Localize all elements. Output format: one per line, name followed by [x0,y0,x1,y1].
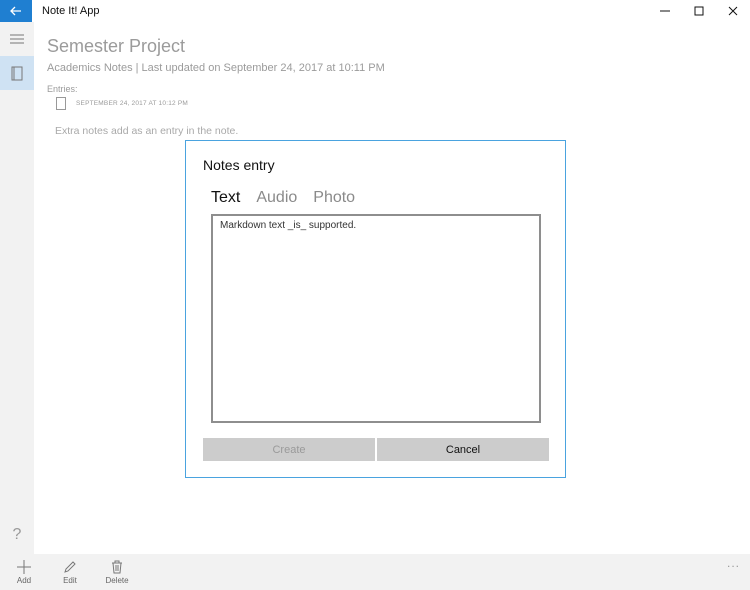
create-button[interactable]: Create [203,438,375,461]
notes-entry-dialog: Notes entry Text Audio Photo Markdown te… [185,140,566,478]
help-button[interactable]: ? [0,526,34,544]
title-bar: Note It! App [0,0,750,22]
delete-label: Delete [105,576,129,585]
delete-button[interactable]: Delete [97,560,137,585]
more-options-button[interactable]: ... [727,556,740,570]
entry-type-tabs: Text Audio Photo [211,189,355,207]
maximize-button[interactable] [682,0,716,22]
edit-label: Edit [63,576,77,585]
trash-icon [112,560,122,574]
tab-audio[interactable]: Audio [256,189,297,207]
back-button[interactable] [0,0,32,22]
tab-text[interactable]: Text [211,189,240,207]
close-button[interactable] [716,0,750,22]
hamburger-icon [10,34,24,44]
notebook-nav-button[interactable] [0,56,34,90]
dialog-title: Notes entry [203,157,275,173]
command-bar: Add Edit Delete ... [0,554,750,590]
add-label: Add [16,576,32,585]
arrow-left-icon [10,6,21,16]
cancel-button[interactable]: Cancel [377,438,549,461]
tab-photo[interactable]: Photo [313,189,355,207]
window-controls [648,0,750,22]
add-button[interactable]: Add [4,560,44,585]
pencil-icon [64,561,76,573]
menu-button[interactable] [0,22,34,56]
notebook-icon [11,66,23,80]
close-icon [728,6,738,16]
minimize-button[interactable] [648,0,682,22]
app-title: Note It! App [42,5,100,17]
minimize-icon [660,10,670,12]
entry-text-input[interactable]: Markdown text _is_ supported. [211,214,541,423]
maximize-icon [694,6,704,16]
navigation-rail: ? [0,22,34,554]
edit-button[interactable]: Edit [50,560,90,585]
plus-icon [17,560,31,574]
